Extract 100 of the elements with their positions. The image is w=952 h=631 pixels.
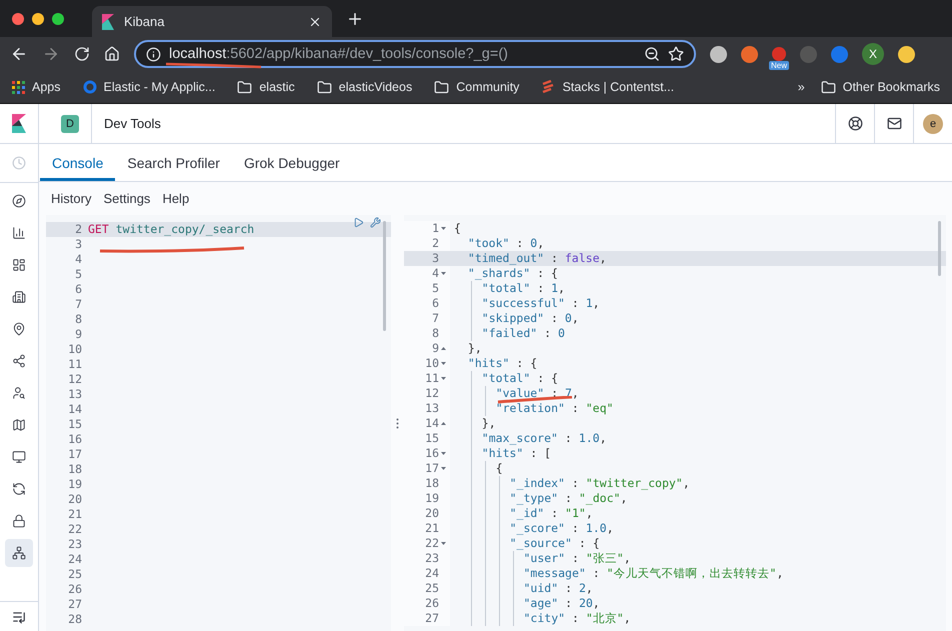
code-line: "skipped" : 0, xyxy=(482,311,579,325)
line-number: 8 xyxy=(75,312,82,327)
code-line: "_id" : "1", xyxy=(510,506,593,520)
code-line: "_shards" : { xyxy=(468,266,558,280)
line-number: 25 xyxy=(425,581,439,596)
line-number: 23 xyxy=(68,537,82,552)
code-line: "relation" : "eq" xyxy=(496,401,614,415)
line-number: 4 xyxy=(75,252,82,267)
menu-link[interactable]: Settings xyxy=(103,191,150,206)
code-line: "_type" : "_doc", xyxy=(510,491,628,505)
line-number: 11 xyxy=(68,357,82,372)
line-number: 2 xyxy=(432,236,439,251)
line-number: 9 xyxy=(75,327,82,342)
line-number: 24 xyxy=(425,566,439,581)
bookmark[interactable]: elasticVideos xyxy=(316,80,412,94)
code-line: { xyxy=(496,461,503,475)
line-number: 19 xyxy=(68,477,82,492)
line-number: 8 xyxy=(432,326,439,341)
user-avatar[interactable]: e xyxy=(923,114,943,134)
page-title: Dev Tools xyxy=(104,116,161,131)
code-line: GET twitter_copy/_search xyxy=(88,222,254,236)
line-number: 12 xyxy=(68,372,82,387)
line-number: 25 xyxy=(68,567,82,582)
request-editor[interactable]: 2 GET twitter_copy/_search 3 4 5 6 7 8 9 10 11 12 13 14 15 16 17 18 19 20 21 22 23 24 25 26 27 28 xyxy=(46,215,391,631)
line-number: 13 xyxy=(425,401,439,416)
line-number: 17 xyxy=(425,461,439,476)
new-badge: New xyxy=(769,61,790,70)
overflow-chevron[interactable]: » xyxy=(798,80,805,94)
line-number: 14 xyxy=(68,402,82,417)
bookmark[interactable]: Stacks | Contentst... xyxy=(541,80,674,94)
line-number: 22 xyxy=(68,522,82,537)
code-line: "timed_out" : false, xyxy=(468,251,606,265)
line-number: 11 xyxy=(425,371,439,386)
code-line: "total" : { xyxy=(482,371,558,385)
line-number: 10 xyxy=(68,342,82,357)
line-number: 15 xyxy=(68,417,82,432)
line-number: 6 xyxy=(432,296,439,311)
code-line: "successful" : 1, xyxy=(482,296,600,310)
line-number: 3 xyxy=(432,251,439,266)
code-line: "city" : "北京", xyxy=(524,611,631,625)
tab[interactable]: Search Profiler xyxy=(115,144,232,181)
line-number: 13 xyxy=(68,387,82,402)
line-number: 19 xyxy=(425,491,439,506)
line-number: 21 xyxy=(68,507,82,522)
code-line: }, xyxy=(468,341,482,355)
line-number: 1 xyxy=(432,221,439,236)
bookmark[interactable]: Apps xyxy=(12,80,60,94)
tab-title: Kibana xyxy=(124,14,166,29)
code-line: "user" : "张三", xyxy=(524,551,631,565)
address-bar[interactable]: localhost:5602/app/kibana#/dev_tools/console?_g=() xyxy=(134,40,696,68)
line-number: 26 xyxy=(425,596,439,611)
code-line: "failed" : 0 xyxy=(482,326,565,340)
line-number: 22 xyxy=(425,536,439,551)
line-number: 27 xyxy=(425,611,439,626)
line-number: 9 xyxy=(432,341,439,356)
line-number: 12 xyxy=(425,386,439,401)
bookmark[interactable]: Other Bookmarks xyxy=(820,80,940,94)
line-number: 20 xyxy=(68,492,82,507)
line-number: 20 xyxy=(425,506,439,521)
code-line: }, xyxy=(482,416,496,430)
code-line: "_source" : { xyxy=(510,536,600,550)
line-number: 10 xyxy=(425,356,439,371)
bookmark[interactable]: elastic xyxy=(237,80,295,94)
line-number: 5 xyxy=(432,281,439,296)
space-avatar[interactable]: D xyxy=(61,114,79,132)
code-line: "hits" : { xyxy=(468,356,538,370)
line-number: 28 xyxy=(68,612,82,627)
line-number: 2 xyxy=(75,222,82,237)
line-number: 18 xyxy=(68,462,82,477)
profile-avatar[interactable]: X xyxy=(862,43,884,65)
bookmark[interactable]: Community xyxy=(434,80,520,94)
line-number: 7 xyxy=(75,297,82,312)
browser-tab[interactable]: Kibana xyxy=(92,6,332,37)
code-line: "hits" : [ xyxy=(482,446,552,460)
line-number: 16 xyxy=(68,432,82,447)
code-line: "uid" : 2, xyxy=(524,581,593,595)
line-number: 17 xyxy=(68,447,82,462)
code-line: "max_score" : 1.0, xyxy=(482,431,606,445)
code-line: "total" : 1, xyxy=(482,281,565,295)
menu-link[interactable]: Help xyxy=(162,191,190,206)
code-line: "message" : "今儿天气不错啊，出去转转去", xyxy=(524,566,784,580)
line-number: 24 xyxy=(68,552,82,567)
line-number: 27 xyxy=(68,597,82,612)
tab[interactable]: Grok Debugger xyxy=(232,144,352,181)
line-number: 23 xyxy=(425,551,439,566)
line-number: 21 xyxy=(425,521,439,536)
line-number: 5 xyxy=(75,267,82,282)
code-line: { xyxy=(454,221,461,235)
line-number: 14 xyxy=(425,416,439,431)
line-number: 16 xyxy=(425,446,439,461)
line-number: 6 xyxy=(75,282,82,297)
code-line: "age" : 20, xyxy=(524,596,600,610)
code-line: "_index" : "twitter_copy", xyxy=(510,476,690,490)
line-number: 18 xyxy=(425,476,439,491)
line-number: 3 xyxy=(75,237,82,252)
code-line: "took" : 0, xyxy=(468,236,544,250)
bookmark[interactable]: Elastic - My Applic... xyxy=(82,80,216,94)
code-line: "_score" : 1.0, xyxy=(510,521,614,535)
line-number: 26 xyxy=(68,582,82,597)
menu-link[interactable]: History xyxy=(51,191,92,206)
